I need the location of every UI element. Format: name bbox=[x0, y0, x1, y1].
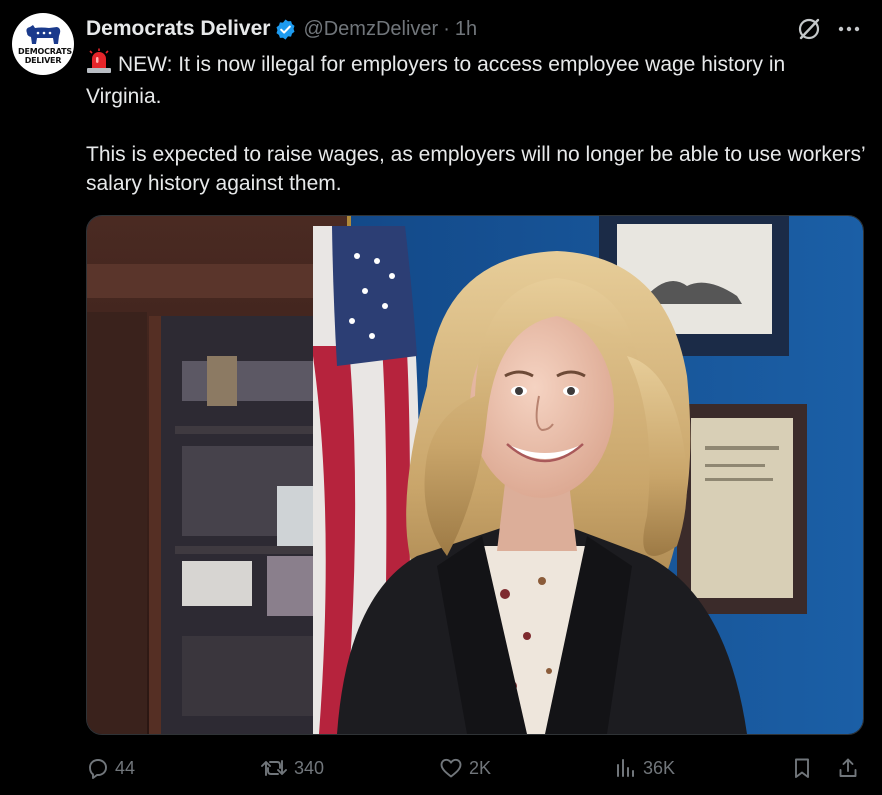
like-button[interactable]: 2K bbox=[438, 752, 491, 784]
repost-button[interactable]: 340 bbox=[259, 752, 324, 784]
separator-dot: · bbox=[443, 17, 450, 40]
avatar-text: DEMOCRATS DELIVER bbox=[18, 46, 72, 65]
reply-count: 44 bbox=[115, 757, 136, 778]
bookmark-icon bbox=[795, 758, 809, 778]
display-name[interactable]: Democrats Deliver bbox=[86, 17, 270, 41]
tweet-paragraph-1: NEW: It is now illegal for employers to … bbox=[86, 53, 786, 108]
more-options-icon[interactable] bbox=[834, 16, 864, 42]
share-icon bbox=[839, 758, 857, 777]
tweet[interactable]: DEMOCRATS DELIVER Democrats Deliver @Dem… bbox=[0, 0, 882, 795]
reply-icon bbox=[89, 759, 107, 779]
repost-icon bbox=[261, 760, 287, 776]
reply-button[interactable]: 44 bbox=[86, 752, 135, 784]
donkey-logo-icon bbox=[26, 24, 61, 44]
share-button[interactable] bbox=[836, 752, 865, 784]
tweet-image[interactable] bbox=[86, 215, 864, 735]
views-button[interactable]: 36K bbox=[614, 752, 675, 784]
tweet-paragraph: NEW: It is now illegal for employers to … bbox=[86, 48, 866, 111]
tweet-paragraph-2: This is expected to raise wages, as empl… bbox=[86, 143, 865, 195]
repost-count: 340 bbox=[294, 757, 325, 778]
rotating-light-icon bbox=[86, 48, 112, 82]
avatar[interactable]: DEMOCRATS DELIVER bbox=[12, 13, 74, 75]
views-count: 36K bbox=[643, 757, 676, 778]
verified-badge-icon[interactable] bbox=[274, 18, 297, 41]
heart-icon bbox=[440, 758, 462, 778]
bookmark-button[interactable] bbox=[790, 752, 819, 784]
like-count: 2K bbox=[469, 757, 492, 778]
action-bar: 44 340 2K 36K bbox=[86, 752, 866, 784]
tweet-text: NEW: It is now illegal for employers to … bbox=[86, 48, 866, 198]
grok-icon[interactable] bbox=[796, 16, 822, 42]
tweet-header: Democrats Deliver @DemzDeliver · 1h bbox=[86, 14, 477, 44]
views-icon bbox=[617, 759, 634, 777]
handle[interactable]: @DemzDeliver bbox=[303, 18, 438, 41]
timestamp[interactable]: 1h bbox=[455, 18, 477, 41]
